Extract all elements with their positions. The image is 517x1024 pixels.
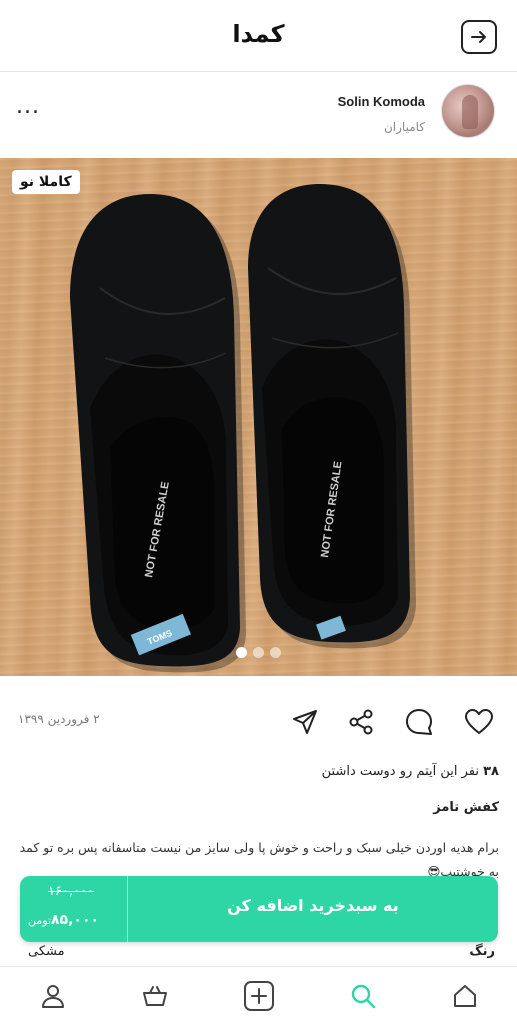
more-options-icon[interactable]: ... — [16, 96, 40, 118]
comment-button[interactable] — [403, 706, 435, 738]
search-icon — [351, 984, 376, 1009]
bottom-navigation — [0, 966, 517, 1024]
share-icon — [349, 709, 373, 735]
profile-icon — [42, 985, 64, 1008]
post-date: ۲ فروردین ۱۳۹۹ — [18, 712, 100, 726]
nav-add[interactable] — [239, 977, 279, 1015]
add-to-cart-bar[interactable]: ۱۶۰,۰۰۰ ۸۵,۰۰۰تومن به سبدخرید اضافه کن — [20, 876, 498, 942]
shoes-illustration: NOT FOR RESALE TOMS NOT FOR RESALE — [70, 184, 416, 673]
color-label: رنگ — [469, 944, 495, 959]
color-value: مشکی — [28, 944, 65, 959]
send-button[interactable] — [289, 706, 321, 738]
comment-icon — [406, 709, 432, 735]
send-icon — [293, 710, 317, 734]
seller-city: کامیاران — [383, 120, 425, 134]
likes-count: ۳۸ — [483, 764, 499, 779]
product-title: کفش تامز — [433, 800, 499, 815]
arrow-right-icon — [471, 31, 486, 43]
slide-indicator — [0, 647, 517, 658]
seller-name[interactable]: Solin Komoda — [338, 94, 425, 109]
new-price: ۸۵,۰۰۰تومن — [28, 912, 99, 928]
basket-icon — [143, 986, 167, 1006]
heart-icon — [465, 709, 493, 734]
color-attribute: رنگ مشکی — [0, 944, 517, 966]
actions-row: ۲ فروردین ۱۳۹۹ — [0, 698, 517, 748]
condition-badge: کاملا نو — [12, 170, 80, 194]
slide-dot-1[interactable] — [236, 647, 247, 658]
back-button[interactable] — [461, 20, 497, 54]
app-logo: کمدا — [232, 20, 285, 48]
likes-text: نفر این آیتم رو دوست داشتن — [321, 764, 479, 779]
nav-basket[interactable] — [135, 977, 175, 1015]
like-button[interactable] — [463, 706, 495, 738]
home-icon — [454, 985, 476, 1007]
nav-profile[interactable] — [33, 977, 73, 1015]
new-price-value: ۸۵,۰۰۰ — [51, 912, 100, 928]
nav-home[interactable] — [445, 977, 485, 1015]
seller-avatar[interactable] — [441, 84, 495, 138]
old-price: ۱۶۰,۰۰۰ — [48, 884, 95, 899]
seller-row[interactable]: Solin Komoda کامیاران ... — [0, 72, 517, 158]
nav-search[interactable] — [343, 977, 383, 1015]
price-box: ۱۶۰,۰۰۰ ۸۵,۰۰۰تومن — [20, 876, 128, 942]
likes-summary: ۳۸ نفر این آیتم رو دوست داشتن — [322, 764, 499, 779]
add-to-cart-button[interactable]: به سبدخرید اضافه کن — [128, 896, 498, 915]
currency-label: تومن — [28, 914, 52, 927]
share-button[interactable] — [345, 706, 377, 738]
slide-dot-2[interactable] — [253, 647, 264, 658]
app-header: کمدا — [0, 0, 517, 72]
add-icon — [244, 981, 274, 1011]
slide-dot-3[interactable] — [270, 647, 281, 658]
product-image[interactable]: NOT FOR RESALE TOMS NOT FOR RESALE کاملا… — [0, 158, 517, 676]
